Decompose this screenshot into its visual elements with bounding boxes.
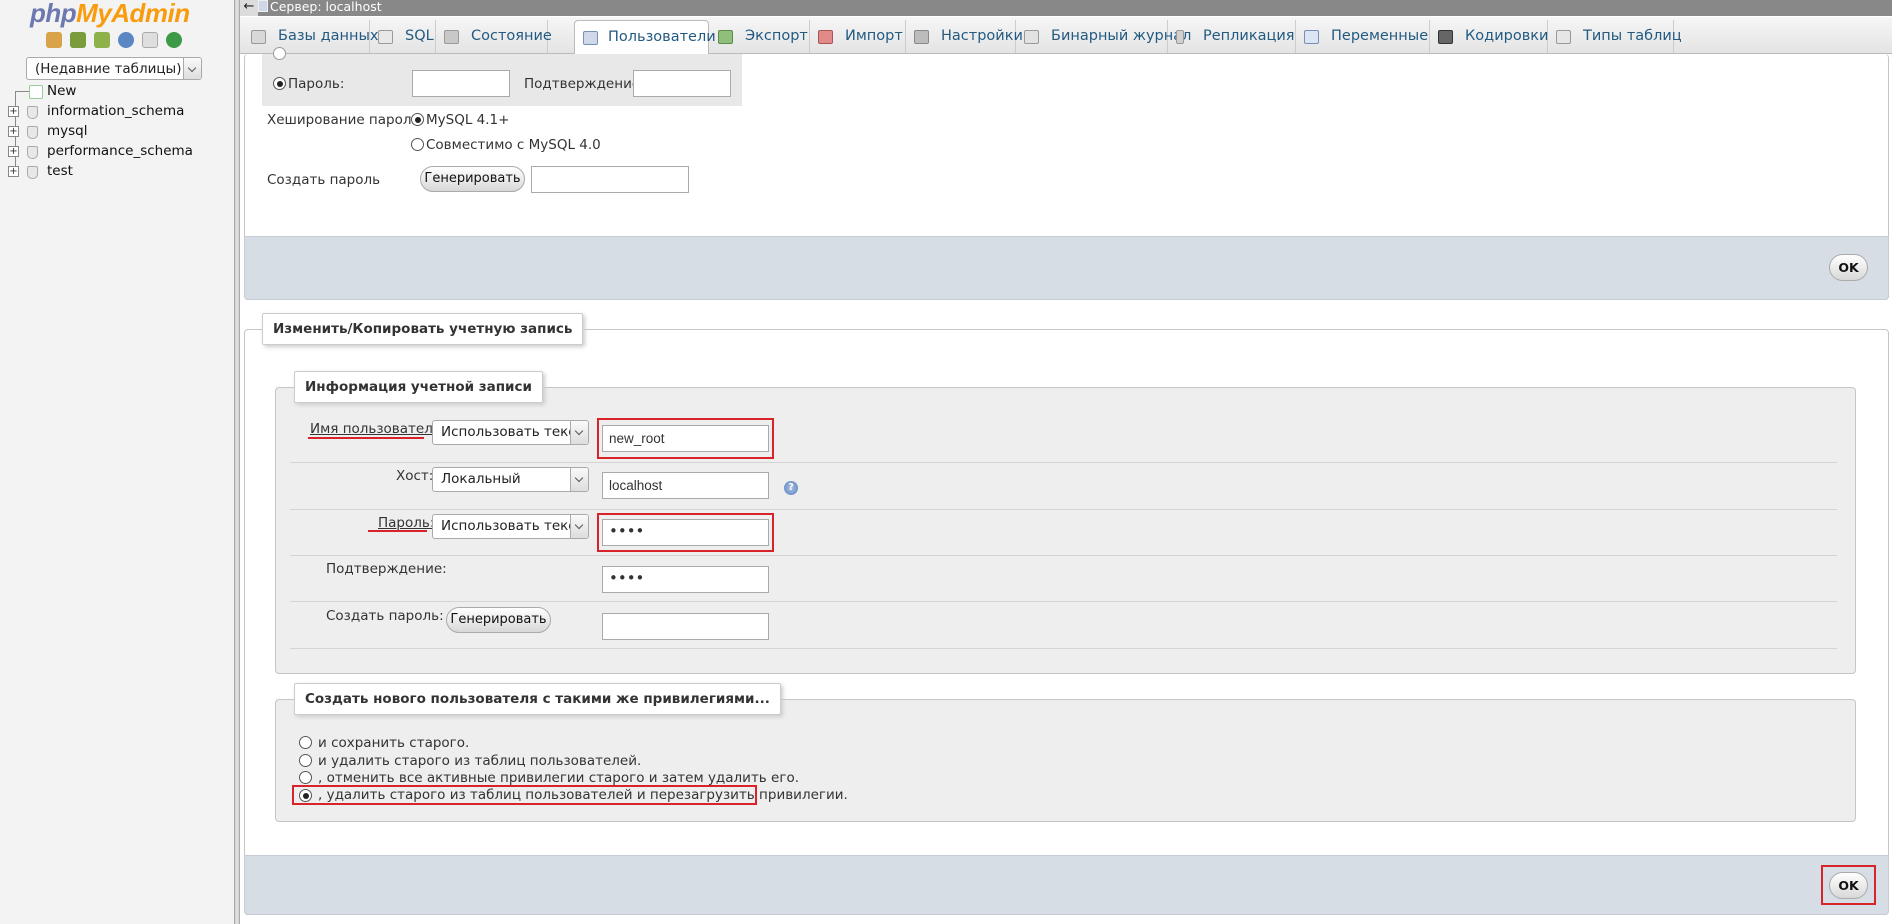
new-user-legend: Создать нового пользователя с такими же … bbox=[294, 683, 781, 715]
tab-users[interactable]: Пользователи bbox=[574, 20, 716, 55]
variables-icon bbox=[1304, 30, 1319, 44]
new-password-field[interactable]: •••• bbox=[602, 519, 769, 546]
radio-delete-reload[interactable] bbox=[299, 789, 312, 802]
nav-resize-handle[interactable] bbox=[234, 0, 240, 924]
generate-button[interactable]: Генерировать bbox=[446, 607, 551, 633]
charset-icon bbox=[1438, 30, 1453, 44]
sql-icon bbox=[378, 30, 393, 44]
row-separator bbox=[290, 555, 1837, 556]
server-breadcrumb-bar bbox=[240, 0, 1892, 16]
radio-password[interactable] bbox=[273, 77, 286, 90]
settings-icon bbox=[914, 30, 929, 44]
status-icon bbox=[444, 30, 459, 44]
databases-icon bbox=[251, 30, 266, 44]
database-icon bbox=[27, 146, 38, 159]
expand-icon[interactable]: + bbox=[8, 126, 19, 137]
breadcrumb-server[interactable]: Сервер: localhost bbox=[270, 0, 382, 14]
replication-icon bbox=[1176, 30, 1184, 44]
users-icon bbox=[583, 31, 598, 45]
password-type-select[interactable]: Использовать текстовое поле bbox=[432, 514, 589, 539]
chevron-down-icon bbox=[570, 468, 588, 491]
row-separator bbox=[290, 648, 1837, 649]
binlog-icon bbox=[1024, 30, 1039, 44]
tab-binlog[interactable]: Бинарный журнал bbox=[1016, 20, 1191, 53]
radio-delete-old[interactable] bbox=[299, 754, 312, 767]
home-icon[interactable] bbox=[46, 32, 62, 48]
query-window-icon[interactable] bbox=[94, 32, 110, 48]
radio-keep-old[interactable] bbox=[299, 736, 312, 749]
tab-databases[interactable]: Базы данных bbox=[243, 20, 379, 53]
left-navigation bbox=[0, 0, 234, 924]
ok-button[interactable]: OK bbox=[1829, 872, 1868, 899]
tab-settings[interactable]: Настройки bbox=[906, 20, 1023, 53]
collapse-nav-button[interactable]: ← bbox=[240, 0, 258, 16]
new-db-icon bbox=[29, 85, 43, 99]
password-ok-button[interactable]: OK bbox=[1829, 254, 1868, 281]
password-underline bbox=[368, 530, 427, 532]
edit-copy-legend: Изменить/Копировать учетную запись bbox=[262, 313, 584, 345]
chevron-down-icon bbox=[183, 58, 201, 79]
username-field[interactable] bbox=[602, 425, 769, 452]
generate-password-button[interactable]: Генерировать bbox=[420, 166, 525, 192]
host-field[interactable] bbox=[602, 472, 769, 499]
confirm-password-field[interactable]: •••• bbox=[602, 566, 769, 593]
server-icon bbox=[258, 0, 268, 12]
phpmyadmin-logo[interactable]: phpMyAdmin bbox=[30, 0, 190, 29]
export-icon bbox=[718, 30, 733, 44]
radio-hash-mysql41[interactable] bbox=[411, 113, 424, 126]
expand-icon[interactable]: + bbox=[8, 166, 19, 177]
import-icon bbox=[818, 30, 833, 44]
database-icon bbox=[27, 126, 38, 139]
tab-charsets[interactable]: Кодировки bbox=[1430, 20, 1548, 53]
generated-password-field[interactable] bbox=[531, 166, 689, 193]
tab-import[interactable]: Импорт bbox=[810, 20, 906, 53]
engines-icon bbox=[1556, 30, 1571, 44]
username-type-select[interactable]: Использовать текстовое поле bbox=[432, 420, 589, 445]
expand-icon[interactable]: + bbox=[8, 146, 19, 157]
tab-export[interactable]: Экспорт bbox=[710, 20, 810, 53]
edit-copy-footer bbox=[244, 855, 1889, 915]
help-icon[interactable]: ? bbox=[784, 481, 798, 495]
radio-revoke-delete-old[interactable] bbox=[299, 771, 312, 784]
host-type-select[interactable]: Локальный bbox=[432, 467, 589, 492]
docs-icon[interactable] bbox=[118, 32, 134, 48]
expand-icon[interactable]: + bbox=[8, 106, 19, 117]
radio-partial[interactable] bbox=[273, 47, 286, 60]
tab-status[interactable]: Состояние bbox=[436, 20, 552, 53]
row-separator bbox=[290, 509, 1837, 510]
account-info-legend: Информация учетной записи bbox=[294, 371, 543, 403]
tab-replication[interactable]: Репликация bbox=[1168, 20, 1296, 53]
row-separator bbox=[290, 462, 1837, 463]
database-icon bbox=[27, 166, 38, 179]
username-underline bbox=[308, 437, 424, 439]
password-confirm-field[interactable] bbox=[633, 70, 731, 97]
row-separator bbox=[290, 601, 1837, 602]
main-tabs: Базы данных SQL Состояние Пользователи Э… bbox=[240, 17, 1892, 55]
generated-field[interactable] bbox=[602, 613, 769, 640]
database-icon bbox=[27, 106, 38, 119]
recent-tables-select[interactable]: (Недавние таблицы) ... bbox=[26, 57, 202, 80]
radio-hash-mysql40[interactable] bbox=[411, 138, 424, 151]
password-field[interactable] bbox=[412, 70, 510, 97]
copy-icon[interactable] bbox=[142, 32, 158, 48]
tab-engines[interactable]: Типы таблиц bbox=[1548, 20, 1682, 53]
chevron-down-icon bbox=[570, 421, 588, 444]
reload-icon[interactable] bbox=[166, 32, 182, 48]
tab-sql[interactable]: SQL bbox=[370, 20, 436, 53]
tree-connector bbox=[15, 91, 29, 92]
chevron-down-icon bbox=[570, 515, 588, 538]
password-footer bbox=[244, 236, 1889, 300]
tab-variables[interactable]: Переменные bbox=[1296, 20, 1430, 53]
logout-icon[interactable] bbox=[70, 32, 86, 48]
